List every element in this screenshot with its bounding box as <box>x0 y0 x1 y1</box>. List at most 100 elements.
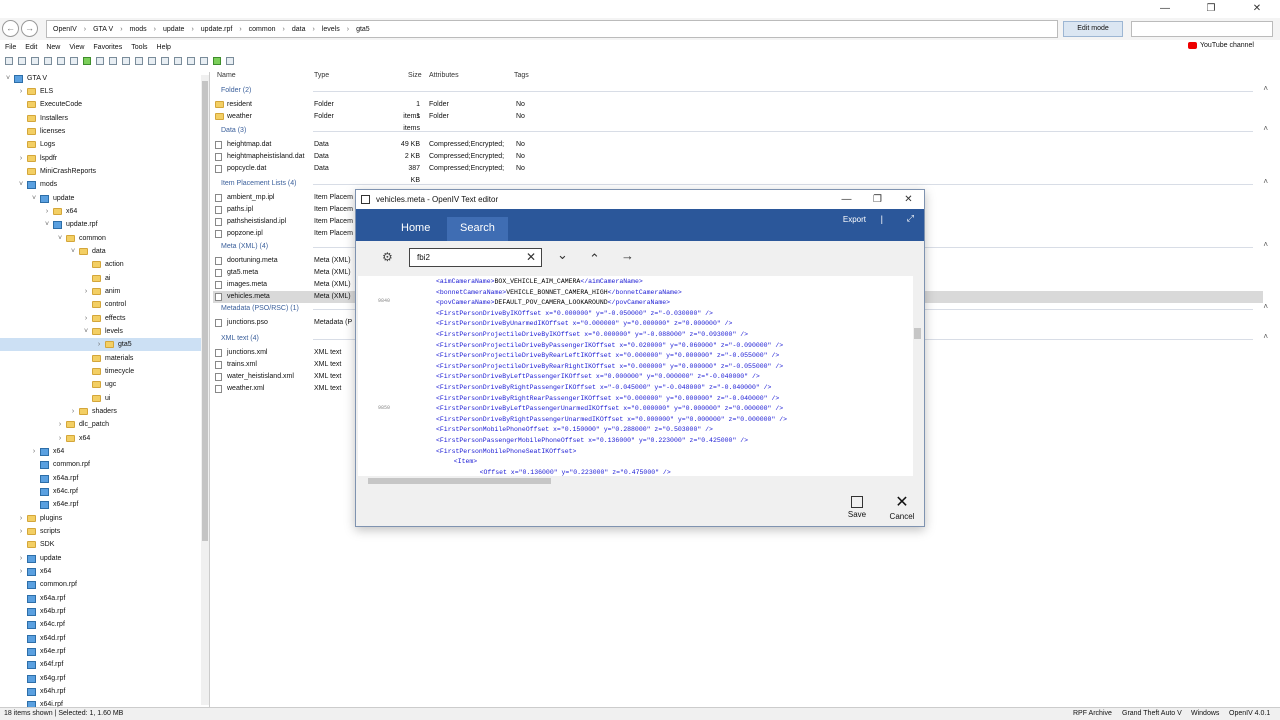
tree-item[interactable]: › dlc_patch <box>56 418 109 431</box>
collapse-icon[interactable]: ˄ <box>1263 84 1268 93</box>
editor-minimize-button[interactable]: — <box>831 190 862 209</box>
tree-item[interactable]: x64f.rpf <box>17 658 63 671</box>
tree-item[interactable]: Installers <box>17 112 68 125</box>
tree-item[interactable]: ui <box>82 392 110 405</box>
menu-item[interactable]: Favorites <box>93 44 122 51</box>
expand-toggle-icon[interactable]: ˅ <box>69 245 77 258</box>
tree-item[interactable]: ˅ update <box>30 192 74 205</box>
code-view[interactable]: 9840 9850 <aimCameraName>BOX_VEHICLE_AIM… <box>358 276 922 476</box>
tree-item[interactable]: x64e.rpf <box>30 498 78 511</box>
menu-item[interactable]: Edit <box>25 44 37 51</box>
expand-toggle-icon[interactable]: › <box>82 285 90 298</box>
expand-toggle-icon[interactable]: › <box>56 432 64 445</box>
expand-toggle-icon[interactable]: › <box>17 512 25 525</box>
expand-toggle-icon[interactable]: › <box>17 152 25 165</box>
rebuild-icon[interactable] <box>187 57 195 65</box>
tree-item[interactable]: ˅ update.rpf <box>43 218 98 231</box>
export-icon[interactable] <box>174 57 182 65</box>
expand-toggle-icon[interactable]: › <box>17 85 25 98</box>
edit-icon[interactable] <box>122 57 130 65</box>
tree-item[interactable]: timecycle <box>82 365 134 378</box>
gear-icon[interactable]: ⚙ <box>382 250 393 264</box>
breadcrumb-item[interactable]: data <box>292 26 306 33</box>
collapse-icon[interactable]: ˄ <box>1263 240 1268 249</box>
tree-item[interactable]: common.rpf <box>30 458 90 471</box>
paste-icon[interactable] <box>57 57 65 65</box>
tree-item[interactable]: x64g.rpf <box>17 672 65 685</box>
expand-toggle-icon[interactable]: › <box>69 405 77 418</box>
group-header[interactable]: Item Placement Lists (4) <box>221 180 296 187</box>
archive-icon[interactable] <box>96 57 104 65</box>
group-header[interactable]: Data (3) <box>221 127 246 134</box>
breadcrumb-item[interactable]: GTA V <box>93 26 113 33</box>
editor-close-button[interactable]: ✕ <box>893 190 924 209</box>
tree-item[interactable]: › ELS <box>17 85 53 98</box>
tree-item[interactable]: x64a.rpf <box>30 472 78 485</box>
expand-toggle-icon[interactable]: ˅ <box>30 192 38 205</box>
new-folder-icon[interactable] <box>226 57 234 65</box>
group-header[interactable]: Folder (2) <box>221 87 251 94</box>
properties-icon[interactable] <box>70 57 78 65</box>
expand-toggle-icon[interactable]: › <box>43 205 51 218</box>
replace-icon[interactable] <box>200 57 208 65</box>
scrollbar-thumb[interactable] <box>202 81 208 541</box>
search-input[interactable] <box>1131 21 1273 37</box>
tree-item[interactable]: x64h.rpf <box>17 685 65 698</box>
menu-item[interactable]: Tools <box>131 44 147 51</box>
find-input[interactable]: fbi2 <box>409 248 542 267</box>
rename-icon[interactable] <box>135 57 143 65</box>
code-hscrollbar[interactable] <box>358 476 922 486</box>
editor-maximize-button[interactable]: ❐ <box>862 190 893 209</box>
group-header[interactable]: Metadata (PSO/RSC) (1) <box>221 305 299 312</box>
breadcrumb-item[interactable]: levels <box>322 26 340 33</box>
tree-item[interactable]: SDK <box>17 538 54 551</box>
collapse-icon[interactable]: ˄ <box>1263 177 1268 186</box>
menu-item[interactable]: File <box>5 44 16 51</box>
column-type[interactable]: Type <box>314 72 329 79</box>
tree-item[interactable]: › scripts <box>17 525 60 538</box>
expand-toggle-icon[interactable]: ˅ <box>17 178 25 191</box>
tree-item[interactable]: x64e.rpf <box>17 645 65 658</box>
column-tags[interactable]: Tags <box>514 72 529 79</box>
file-row[interactable]: heightmap.dat Data 49 KB Compressed;Encrypt… <box>213 139 1263 151</box>
previous-match-icon[interactable]: ⌃ <box>589 251 600 267</box>
save-button[interactable]: Save <box>840 496 874 519</box>
go-arrow-icon[interactable]: → <box>621 248 634 263</box>
tree-item[interactable]: › gta5 <box>0 338 209 351</box>
file-row[interactable]: heightmapheistisland.dat Data 2 KB Compress… <box>213 151 1263 163</box>
tree-item[interactable]: ˅ levels <box>82 325 123 338</box>
column-name[interactable]: Name <box>217 72 236 79</box>
youtube-channel-link[interactable]: YouTube channel <box>1188 42 1254 49</box>
tree-item[interactable]: ˅ data <box>69 245 106 258</box>
tree-item[interactable]: › anim <box>82 285 120 298</box>
next-match-icon[interactable]: ⌄ <box>557 247 568 263</box>
menu-item[interactable]: View <box>69 44 84 51</box>
group-header[interactable]: Meta (XML) (4) <box>221 243 268 250</box>
back-button[interactable]: ← <box>2 20 19 37</box>
tree-item[interactable]: ai <box>82 272 110 285</box>
menu-item[interactable]: New <box>46 44 60 51</box>
new-file-icon[interactable] <box>5 57 13 65</box>
expand-toggle-icon[interactable]: ˅ <box>82 325 90 338</box>
tree-item[interactable]: materials <box>82 352 133 365</box>
tab-home[interactable]: Home <box>388 217 443 241</box>
expand-toggle-icon[interactable]: › <box>30 445 38 458</box>
close-button[interactable]: ✕ <box>1234 0 1280 18</box>
tree-item[interactable]: › update <box>17 552 61 565</box>
tree-item[interactable]: common.rpf <box>17 578 77 591</box>
tree-item[interactable]: ˅ common <box>56 232 106 245</box>
tree-item[interactable]: › effects <box>82 312 126 325</box>
expand-toggle-icon[interactable]: › <box>56 418 64 431</box>
column-size[interactable]: Size <box>408 72 422 79</box>
tree-item[interactable]: ˅ mods <box>17 178 57 191</box>
expand-toggle-icon[interactable]: › <box>95 338 103 351</box>
group-header[interactable]: XML text (4) <box>221 335 259 342</box>
clear-search-icon[interactable]: ✕ <box>526 250 536 264</box>
tree-item[interactable]: › x64 <box>56 432 90 445</box>
breadcrumb-item[interactable]: update <box>163 26 184 33</box>
breadcrumb-item[interactable]: update.rpf <box>201 26 233 33</box>
open-icon[interactable] <box>18 57 26 65</box>
menu-item[interactable]: Help <box>157 44 171 51</box>
tree-item[interactable]: › x64 <box>43 205 77 218</box>
tree-item[interactable]: Logs <box>17 138 55 151</box>
